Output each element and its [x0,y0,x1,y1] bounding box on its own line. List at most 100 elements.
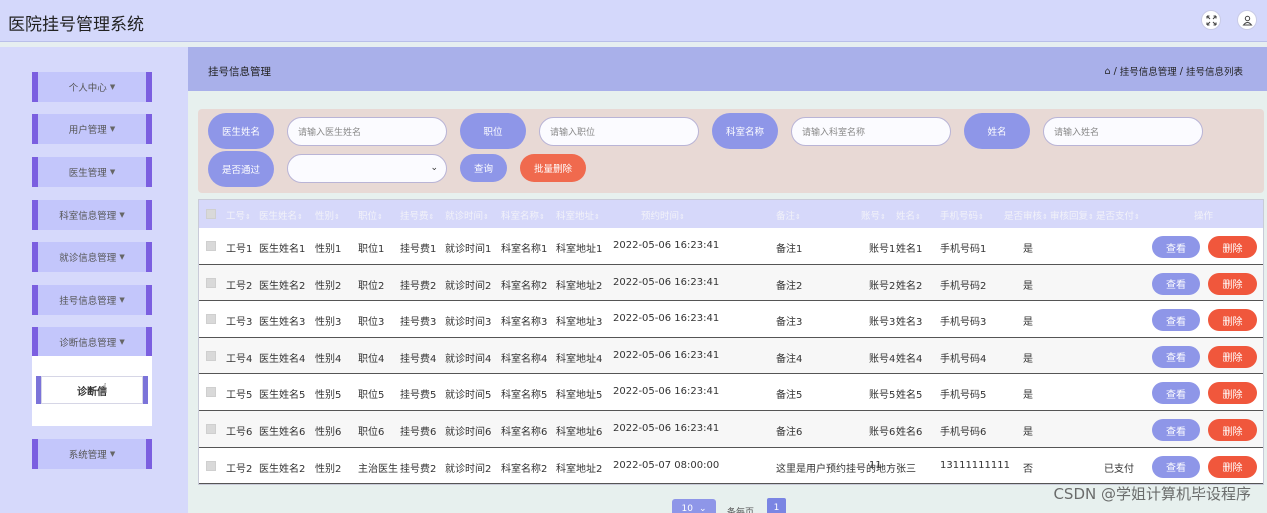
col-header[interactable]: 科室地址⇕ [556,208,600,222]
col-header[interactable]: 性别⇕ [315,208,340,222]
position-label: 职位 [460,113,526,149]
sidebar-item-label: 挂号信息管理 [59,296,117,307]
view-button[interactable]: 查看 [1152,236,1200,258]
table-cell: 备注5 [776,390,803,402]
table-cell: 医生姓名6 [259,427,306,438]
table-cell: 手机号码2 [940,280,987,292]
name-input[interactable]: 请输入姓名 [1043,117,1203,146]
dept-name-input[interactable]: 请输入科室名称 [791,117,951,146]
col-header[interactable]: 备注⇕ [776,208,801,222]
table-cell: 11 [869,459,882,471]
table-cell: 手机号码4 [940,353,987,365]
table-cell: 性别4 [315,353,342,365]
table-cell: 挂号费5 [400,390,437,402]
table-cell: 2022-05-06 16:23:41 [613,349,720,361]
doctor-name-input[interactable]: 请输入医生姓名 [287,117,447,146]
table-cell: 医生姓名2 [259,463,306,475]
table-cell: 挂号费1 [400,244,437,255]
select-all-checkbox[interactable] [206,209,216,219]
col-header[interactable]: 挂号费⇕ [400,208,434,222]
home-icon[interactable]: ⌂ [1105,66,1111,77]
col-header[interactable]: 就诊时间⇕ [445,208,489,222]
table-cell: 性别2 [315,463,342,475]
table-cell: 就诊时间1 [445,244,492,255]
sidebar-item-label: 科室信息管理 [59,211,117,222]
submenu-item-diagnosis[interactable]: 诊断信 [36,376,148,404]
table-cell: 就诊时间3 [445,317,492,329]
chevron-down-icon: ⌄ [430,163,438,173]
row-checkbox[interactable] [206,460,216,471]
table-cell: 姓名5 [896,390,923,402]
sidebar-item-label: 个人中心 [68,83,107,94]
view-button[interactable]: 查看 [1152,345,1200,368]
table-cell: 账号5 [869,390,896,402]
sidebar-item-system-management[interactable]: 系统管理 ▼ [32,439,152,469]
delete-button[interactable]: 删除 [1208,419,1257,441]
table-cell: 姓名1 [896,244,923,255]
delete-button[interactable]: 删除 [1208,272,1257,295]
sidebar-item-dept-management[interactable]: 科室信息管理 ▼ [32,200,152,230]
table-cell: 挂号费6 [400,427,437,438]
sidebar-item-user-management[interactable]: 用户管理 ▼ [32,114,152,144]
view-button[interactable]: 查看 [1152,382,1200,405]
col-header[interactable]: 科室名称⇕ [501,208,545,222]
query-button[interactable]: 查询 [460,154,507,182]
col-header[interactable]: 预约时间⇕ [641,208,685,222]
delete-button[interactable]: 删除 [1208,309,1257,332]
sidebar-item-registration-management[interactable]: 挂号信息管理 ▼ [32,285,152,315]
page-number-button[interactable]: 1 [767,498,786,513]
col-header[interactable]: 账号⇕ [861,208,886,222]
approved-select[interactable]: ⌄ [287,154,447,183]
table-cell: 13111111111 [940,459,1010,471]
table-cell: 是 [1023,353,1033,365]
sidebar-item-visit-management[interactable]: 就诊信息管理 ▼ [32,242,152,272]
table-cell: 工号3 [226,317,253,329]
col-header[interactable]: 是否支付⇕ [1096,208,1140,222]
col-header[interactable]: 手机号码⇕ [940,208,984,222]
table-cell: 挂号费2 [400,463,437,475]
row-checkbox[interactable] [206,314,216,325]
table-cell: 科室地址2 [556,463,603,475]
table-cell: 科室地址5 [556,390,603,402]
view-button[interactable]: 查看 [1152,419,1200,441]
sidebar-item-diagnosis-management[interactable]: 诊断信息管理 ▼ [32,327,152,357]
sidebar-item-personal-center[interactable]: 个人中心 ▼ [32,72,152,102]
row-checkbox[interactable] [206,350,216,361]
app-title: 医院挂号管理系统 [8,15,144,35]
sidebar-item-doctor-management[interactable]: 医生管理 ▼ [32,157,152,187]
col-header[interactable]: 医生姓名⇕ [259,208,303,222]
col-header[interactable]: 审核回复⇕ [1050,208,1094,222]
table-cell: 主治医生 [358,463,398,475]
table-cell: 2022-05-07 08:00:00 [613,459,720,471]
table-cell: 职位2 [358,280,385,292]
row-checkbox[interactable] [206,277,216,288]
page-size-select[interactable]: 10 ⌄ [672,499,716,513]
table-cell: 工号2 [226,280,253,292]
table-cell: 备注4 [776,353,803,365]
col-header[interactable]: 职位⇕ [358,208,383,222]
table-cell: 账号4 [869,353,896,365]
view-button[interactable]: 查看 [1152,272,1200,295]
delete-button[interactable]: 删除 [1208,455,1257,478]
table-cell: 职位5 [358,390,385,402]
row-checkbox[interactable] [206,424,216,434]
col-header[interactable]: 是否审核⇕ [1004,208,1048,222]
chevron-down-icon: ▼ [109,83,116,91]
view-button[interactable]: 查看 [1152,455,1200,478]
position-input[interactable]: 请输入职位 [539,117,699,146]
col-header[interactable]: 工号⇕ [226,208,251,222]
view-button[interactable]: 查看 [1152,309,1200,332]
batch-delete-button[interactable]: 批量删除 [520,154,586,182]
row-checkbox[interactable] [206,387,216,398]
fullscreen-icon[interactable] [1201,10,1221,30]
delete-button[interactable]: 删除 [1208,382,1257,405]
delete-button[interactable]: 删除 [1208,345,1257,368]
row-checkbox[interactable] [206,241,216,251]
col-header[interactable]: 姓名⇕ [896,208,921,222]
breadcrumb-item[interactable]: 挂号信息管理 [1120,64,1177,78]
table-cell: 医生姓名2 [259,280,306,292]
user-icon[interactable] [1237,10,1257,30]
table-cell: 账号3 [869,317,896,329]
delete-button[interactable]: 删除 [1208,236,1257,258]
table-cell: 科室地址3 [556,317,603,329]
